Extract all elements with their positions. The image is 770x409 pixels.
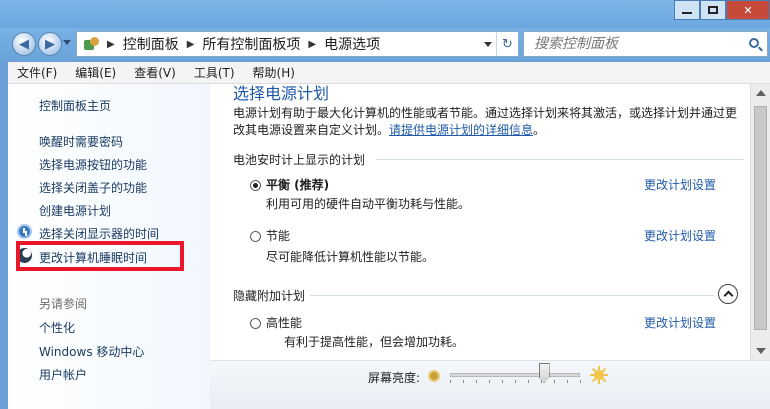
slider-tick [554,380,555,383]
caption-buttons: ✕ [674,0,770,20]
breadcrumb-separator-icon[interactable]: ▶ [308,39,316,50]
scroll-down-icon[interactable] [756,348,766,354]
battery-plans-heading: 电池安时计上显示的计划 [233,153,366,167]
control-panel-icon [83,36,101,52]
vertical-scrollbar[interactable] [750,84,770,360]
close-button[interactable]: ✕ [726,0,770,20]
refresh-icon: ↻ [502,36,513,52]
slider-tick [528,380,529,383]
window-content: 控制面板主页 唤醒时需要密码 选择电源按钮的功能 选择关闭盖子的功能 创建电源计… [8,84,770,409]
navigation-bar: ◀ ▶ ▶ 控制面板 ▶ 所有控制面板项 ▶ 电源选项 ↻ [0,28,770,60]
sidebar-item-wake-password[interactable]: 唤醒时需要密码 [39,133,123,150]
plan-high-performance-change-link[interactable]: 更改计划设置 [644,314,716,331]
refresh-button[interactable]: ↻ [496,32,518,56]
collapse-hidden-plans-button[interactable] [718,284,738,304]
slider-tick [463,380,464,383]
plan-saver-name[interactable]: 节能 [266,227,290,244]
bright-sun-icon [590,366,608,384]
recent-pages-dropdown[interactable] [63,40,71,45]
slider-tick [489,380,490,383]
arrow-right-icon: ▶ [45,36,55,52]
plan-saver-desc: 尽可能降低计算机性能以节能。 [266,250,435,264]
search-icon[interactable] [749,38,759,48]
arrow-left-icon: ◀ [19,36,29,52]
slider-tick [580,380,581,383]
chevron-up-icon [723,290,733,301]
plan-high-performance-radio[interactable] [250,318,261,329]
sidebar-item-control-panel-home[interactable]: 控制面板主页 [39,97,111,114]
search-input[interactable] [524,36,734,52]
sidebar-item-personalization[interactable]: 个性化 [39,319,75,336]
plan-balanced-desc: 利用可用的硬件自动平衡功耗与性能。 [266,197,471,211]
menu-file[interactable]: 文件(F) [8,64,66,81]
see-also-heading: 另请参阅 [39,297,88,311]
address-bar[interactable]: ▶ 控制面板 ▶ 所有控制面板项 ▶ 电源选项 ↻ [76,31,519,57]
dim-brightness-icon [428,370,440,382]
plan-info-link[interactable]: 请提供电源计划的详细信息 [389,123,533,137]
back-button[interactable]: ◀ [12,32,36,56]
plan-saver-change-link[interactable]: 更改计划设置 [644,227,716,244]
plan-saver-radio[interactable] [250,231,261,242]
intro-end: 。 [533,123,546,137]
plan-high-performance-name[interactable]: 高性能 [266,314,302,331]
sidebar-item-mobility-center[interactable]: Windows 移动中心 [39,343,144,360]
maximize-button[interactable] [700,0,726,20]
plan-balanced-name[interactable]: 平衡 (推荐) [266,176,329,193]
plan-high-performance-desc: 有利于提高性能，但会增加功耗。 [284,335,465,349]
maximize-icon [708,6,718,14]
menu-help[interactable]: 帮助(H) [244,64,304,81]
menu-edit[interactable]: 编辑(E) [66,64,125,81]
sidebar: 控制面板主页 唤醒时需要密码 选择电源按钮的功能 选择关闭盖子的功能 创建电源计… [8,84,210,409]
divider [310,295,714,296]
breadcrumb-separator-icon[interactable]: ▶ [107,39,115,50]
brightness-label: 屏幕亮度: [368,371,421,385]
brightness-slider[interactable] [450,373,580,377]
scroll-thumb[interactable] [754,106,767,330]
forward-button[interactable]: ▶ [38,32,62,56]
breadcrumb-control-panel[interactable]: 控制面板 [123,34,179,54]
sidebar-item-user-accounts[interactable]: 用户帐户 [39,366,87,383]
divider [376,159,744,160]
display-timer-icon [17,224,32,239]
slider-tick [476,380,477,383]
slider-tick [450,380,451,383]
scroll-up-icon[interactable] [756,90,766,96]
page-title: 选择电源计划 [233,84,330,103]
brightness-bar: 屏幕亮度: [210,360,770,409]
sidebar-item-display-off[interactable]: 选择关闭显示器的时间 [39,225,159,242]
breadcrumb-separator-icon[interactable]: ▶ [187,39,195,50]
breadcrumb-power-options[interactable]: 电源选项 [324,34,380,54]
plan-balanced-change-link[interactable]: 更改计划设置 [644,176,716,193]
slider-tick [567,380,568,383]
slider-tick [515,380,516,383]
sidebar-item-power-button[interactable]: 选择电源按钮的功能 [39,156,147,173]
menu-bar: 文件(F) 编辑(E) 查看(V) 工具(T) 帮助(H) [8,62,770,84]
intro-text: 电源计划有助于最大化计算机的性能或者节能。通过选择计划来将其激活，或选择计划并通… [233,105,745,139]
window-titlebar: ✕ [0,0,770,30]
slider-tick [502,380,503,383]
slider-tick [541,380,542,383]
menu-tools[interactable]: 工具(T) [185,64,244,81]
main-pane: 选择电源计划 电源计划有助于最大化计算机的性能或者节能。通过选择计划来将其激活，… [210,84,750,360]
address-dropdown-icon[interactable] [484,42,492,47]
minimize-button[interactable] [674,0,700,20]
hidden-plans-heading: 隐藏附加计划 [233,289,306,303]
menu-view[interactable]: 查看(V) [125,64,185,81]
search-box[interactable] [523,31,768,57]
breadcrumb-all-items[interactable]: 所有控制面板项 [202,34,300,54]
sidebar-item-create-plan[interactable]: 创建电源计划 [39,202,111,219]
sidebar-item-lid-close[interactable]: 选择关闭盖子的功能 [39,179,147,196]
highlight-box [16,241,184,271]
minimize-icon [682,12,692,14]
plan-balanced-radio[interactable] [250,180,261,191]
